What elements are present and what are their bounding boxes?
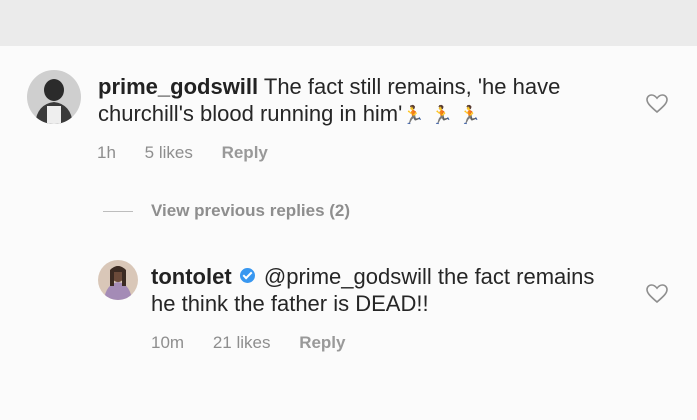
comment-time: 1h (97, 143, 116, 162)
reply-text: tontolet @prime_godswill the fact remain… (151, 263, 621, 317)
comment-reply-button[interactable]: Reply (222, 143, 268, 162)
reply-reply-button[interactable]: Reply (299, 333, 345, 352)
reply-likes[interactable]: 21 likes (213, 333, 271, 352)
reply-heart-icon[interactable] (645, 282, 669, 306)
comment-meta: 1h 5 likes Reply (97, 143, 292, 163)
running-emoji: 🏃 🏃 🏃 (402, 105, 482, 126)
comment-text: prime_godswill The fact still remains, '… (98, 73, 638, 129)
reply-mention[interactable]: @prime_godswill (264, 264, 432, 289)
reply-avatar[interactable] (98, 260, 138, 300)
reply-meta: 10m 21 likes Reply (151, 333, 369, 353)
reply-username[interactable]: tontolet (151, 264, 232, 289)
verified-badge-icon (239, 268, 255, 283)
replies-line (103, 210, 133, 212)
view-previous-replies[interactable]: View previous replies (2) (103, 201, 350, 221)
heart-icon[interactable] (645, 92, 669, 116)
avatar[interactable] (27, 70, 81, 124)
comment-likes[interactable]: 5 likes (145, 143, 193, 162)
view-replies-label: View previous replies (2) (151, 201, 351, 220)
top-bar (0, 0, 697, 46)
reply-time: 10m (151, 333, 185, 352)
comment-username[interactable]: prime_godswill (98, 74, 258, 99)
